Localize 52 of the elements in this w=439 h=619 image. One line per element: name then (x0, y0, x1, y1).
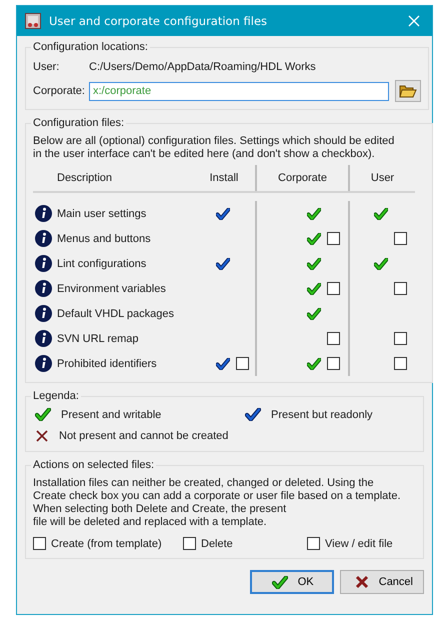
checkbox[interactable] (394, 282, 407, 295)
close-icon[interactable] (408, 15, 420, 27)
field-label: User: (33, 61, 60, 73)
file-name: Lint configurations (57, 258, 146, 270)
info-icon[interactable] (35, 330, 52, 347)
column-header: Install (208, 171, 240, 186)
legend-label: Present and writable (61, 408, 162, 420)
column-header: Corporate (255, 165, 348, 191)
info-icon[interactable] (35, 255, 52, 272)
checkbox[interactable] (394, 357, 407, 370)
check-icon (272, 576, 288, 588)
checkbox[interactable] (327, 332, 340, 345)
info-icon[interactable] (35, 230, 52, 247)
checkbox[interactable] (327, 232, 340, 245)
description-text: Installation files can neither be created, changed or deleted. Using the Create check box you can add a corporate or user file based on a template. When selecting both Delete and Create, the present file will be deleted and replaced with a template. (33, 477, 402, 529)
info-icon[interactable] (35, 205, 52, 222)
option-checkbox[interactable]: Delete (183, 537, 307, 550)
checkbox[interactable] (394, 332, 407, 345)
info-icon[interactable] (35, 280, 52, 297)
column-header: User (348, 165, 415, 191)
browse-button[interactable] (395, 80, 421, 102)
checkbox[interactable] (327, 282, 340, 295)
ok-button[interactable]: OK (250, 570, 334, 594)
file-name: Default VHDL packages (57, 308, 174, 320)
description-text: Below are all (optional) configuration files. Settings which should be edited in the user interface can't be edited here (and don't show a checkbox). (33, 135, 396, 161)
file-name: Environment variables (57, 282, 166, 294)
group-title: Legenda: (32, 390, 80, 402)
user-path: C:/Users/Demo/AppData/Roaming/HDL Works (89, 61, 316, 73)
column-header: Description (56, 172, 114, 184)
checkbox[interactable] (236, 357, 249, 370)
window-title: User and corporate configuration files (49, 14, 268, 28)
legend-label: Not present and cannot be created (59, 430, 228, 442)
cross-icon (354, 575, 369, 589)
checkbox[interactable] (327, 357, 340, 370)
info-icon[interactable] (35, 355, 52, 372)
file-name: Menus and buttons (57, 232, 151, 244)
corporate-field[interactable]: x:/corporate (89, 82, 389, 100)
info-icon[interactable] (35, 305, 52, 322)
file-name: Main user settings (57, 208, 146, 220)
option-checkbox[interactable]: Create (from template) (33, 537, 183, 550)
folder-icon (399, 84, 417, 98)
file-name: Prohibited identifiers (57, 358, 157, 370)
field-label: Corporate: (33, 85, 86, 97)
group-title: Configuration files: (32, 117, 126, 129)
cancel-button[interactable]: Cancel (340, 570, 424, 594)
app-icon (25, 13, 41, 29)
group-title: Actions on selected files: (32, 459, 156, 471)
legend-label: Present but readonly (271, 408, 373, 420)
file-name: SVN URL remap (57, 332, 139, 344)
group-title: Configuration locations: (32, 41, 149, 53)
option-checkbox[interactable]: View / edit file (307, 537, 393, 550)
checkbox[interactable] (394, 232, 407, 245)
